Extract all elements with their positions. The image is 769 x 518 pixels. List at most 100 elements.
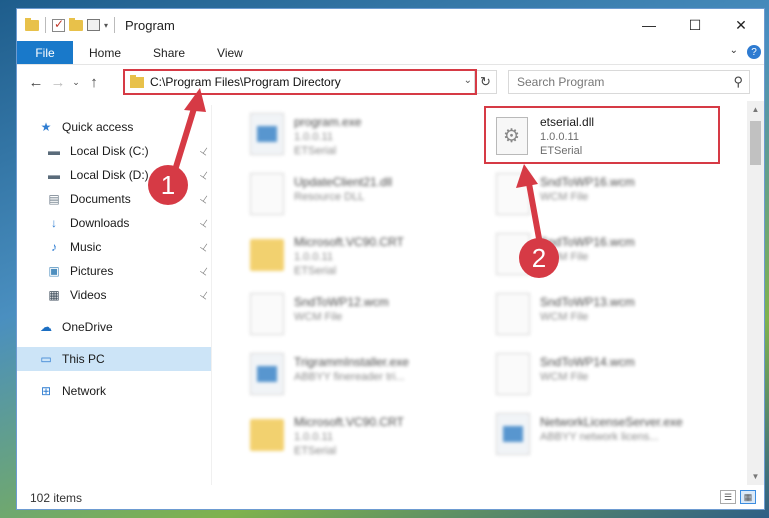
pin-icon: ⊥	[197, 263, 212, 279]
quick-access-icon: ★	[40, 120, 52, 134]
documents-icon: ▤	[48, 192, 60, 206]
tab-view[interactable]: View	[201, 41, 259, 64]
file-detail: 1.0.0.11	[294, 251, 333, 263]
file-detail: WCM File	[540, 311, 589, 323]
file-detail: WCM File	[540, 191, 589, 203]
window-controls: — ☐ ✕	[626, 9, 764, 41]
file-detail: WCM File	[540, 371, 589, 383]
up-button[interactable]: ↑	[83, 74, 105, 91]
navigation-bar: ← → ⌄ ↑ C:\Program Files\Program Directo…	[17, 67, 764, 97]
step-1-badge: 1	[148, 165, 188, 205]
back-button[interactable]: ←	[25, 74, 47, 91]
this-pc-icon: ▭	[40, 352, 52, 366]
tab-home[interactable]: Home	[73, 41, 137, 64]
sidebar-item-music[interactable]: ♪ Music ⊥	[17, 235, 211, 259]
sidebar-item-label: Pictures	[70, 264, 114, 278]
file-name: SndToWP13.wcm	[540, 295, 635, 309]
file-item[interactable]: UpdateClient21.dll Resource DLL	[242, 167, 482, 225]
videos-icon: ▦	[48, 288, 60, 302]
file-highlight-box	[484, 106, 720, 164]
sidebar-item-this-pc[interactable]: ▭ This PC	[17, 347, 211, 371]
file-name: SndToWP14.wcm	[540, 355, 635, 369]
new-folder-icon[interactable]	[69, 17, 83, 31]
help-button[interactable]: ?	[744, 41, 764, 63]
pin-icon: ⊥	[197, 287, 212, 303]
file-item[interactable]: Microsoft.VC90.CRT 1.0.0.11 ETSerial	[242, 227, 482, 285]
file-name: SndToWP16.wcm	[540, 175, 635, 189]
file-item[interactable]: NetworkLicenseServer.exe ABBYY network li…	[488, 407, 728, 465]
help-icon: ?	[747, 45, 761, 59]
tab-share[interactable]: Share	[137, 41, 201, 64]
app-file-icon	[496, 413, 530, 455]
file-name: Microsoft.VC90.CRT	[294, 415, 404, 429]
file-item[interactable]: SndToWP14.wcm WCM File	[488, 347, 728, 405]
sidebar-item-label: Videos	[70, 288, 107, 302]
sidebar-item-downloads[interactable]: ↓ Downloads ⊥	[17, 211, 211, 235]
sidebar-item-local-disk-c[interactable]: ▬ Local Disk (C:) ⊥	[17, 139, 211, 163]
search-input[interactable]: Search Program	[517, 75, 604, 89]
chevron-down-icon[interactable]: ▾	[104, 21, 108, 30]
sidebar-item-network[interactable]: ⊞ Network	[17, 379, 211, 403]
file-name: program.exe	[294, 115, 362, 129]
search-box[interactable]: Search Program ⚲	[508, 70, 750, 94]
customize-toolbar-icon[interactable]	[87, 19, 100, 31]
search-icon[interactable]: ⚲	[733, 74, 743, 90]
app-file-icon	[250, 113, 284, 155]
details-view-icon[interactable]: ☰	[720, 490, 736, 504]
sidebar-item-label: Music	[70, 240, 102, 254]
doc-file-icon	[496, 173, 530, 215]
file-item[interactable]: SndToWP16.wcm WCM File	[488, 167, 728, 225]
file-name: TrigrammInstaller.exe	[294, 355, 409, 369]
maximize-button[interactable]: ☐	[672, 9, 718, 41]
toolbar-separator	[45, 17, 46, 33]
sidebar-item-label: Quick access	[62, 120, 134, 134]
file-name: UpdateClient21.dll	[294, 175, 393, 189]
item-count: 102 items	[30, 490, 83, 505]
sidebar-item-label: Local Disk (D:)	[70, 168, 149, 182]
file-item[interactable]: program.exe 1.0.0.11 ETSerial	[242, 107, 482, 165]
tiles-view-icon[interactable]: ▦	[740, 490, 756, 504]
file-item[interactable]: SndToWP12.wcm WCM File	[242, 287, 482, 345]
status-bar: 102 items ☰ ▦	[17, 485, 764, 509]
file-explorer-window: ▾ Program — ☐ ✕ File Home Share View ⌄ ?…	[16, 8, 765, 510]
sidebar-item-label: Downloads	[70, 216, 130, 230]
sidebar-item-videos[interactable]: ▦ Videos ⊥	[17, 283, 211, 307]
file-item[interactable]: SndToWP13.wcm WCM File	[488, 287, 728, 345]
scrollbar-thumb[interactable]	[750, 121, 761, 165]
file-detail: 1.0.0.11	[294, 131, 333, 143]
vertical-scrollbar[interactable]: ▲ ▼	[747, 101, 764, 485]
pin-icon: ⊥	[197, 167, 212, 183]
properties-check-icon[interactable]	[52, 17, 65, 32]
pane-divider[interactable]	[211, 105, 212, 485]
sidebar-item-label: Local Disk (C:)	[70, 144, 149, 158]
local-disk-c-icon: ▬	[48, 144, 60, 158]
pin-icon: ⊥	[197, 215, 212, 231]
sidebar-item-pictures[interactable]: ▣ Pictures ⊥	[17, 259, 211, 283]
doc-file-icon	[496, 293, 530, 335]
sidebar-item-quick-access[interactable]: ★ Quick access	[17, 115, 211, 139]
file-detail: Resource DLL	[294, 191, 365, 203]
expand-ribbon-icon[interactable]: ⌄	[730, 45, 738, 56]
folder-file-icon	[250, 419, 284, 451]
refresh-button[interactable]: ↻	[474, 71, 496, 93]
file-name: SndToWP12.wcm	[294, 295, 389, 309]
forward-button[interactable]: →	[47, 74, 69, 91]
sidebar-item-onedrive[interactable]: ☁ OneDrive	[17, 315, 211, 339]
quick-access-toolbar: ▾	[25, 17, 117, 33]
file-name: Microsoft.VC90.CRT	[294, 235, 404, 249]
downloads-icon: ↓	[51, 216, 57, 230]
sidebar-item-label: OneDrive	[62, 320, 113, 334]
scroll-up-icon[interactable]: ▲	[747, 101, 764, 118]
scroll-down-icon[interactable]: ▼	[747, 468, 764, 485]
file-detail: ABBYY finereader tri...	[294, 371, 405, 383]
toolbar-separator	[114, 17, 116, 33]
close-button[interactable]: ✕	[718, 9, 764, 41]
minimize-button[interactable]: —	[626, 9, 672, 41]
tab-file[interactable]: File	[17, 41, 73, 64]
network-icon: ⊞	[40, 384, 52, 398]
file-item[interactable]: Microsoft.VC90.CRT 1.0.0.11 ETSerial	[242, 407, 482, 465]
file-detail: WCM File	[294, 311, 343, 323]
recent-locations-button[interactable]: ⌄	[69, 77, 83, 88]
view-toggles: ☰ ▦	[720, 490, 756, 504]
file-item[interactable]: TrigrammInstaller.exe ABBYY finereader tr…	[242, 347, 482, 405]
